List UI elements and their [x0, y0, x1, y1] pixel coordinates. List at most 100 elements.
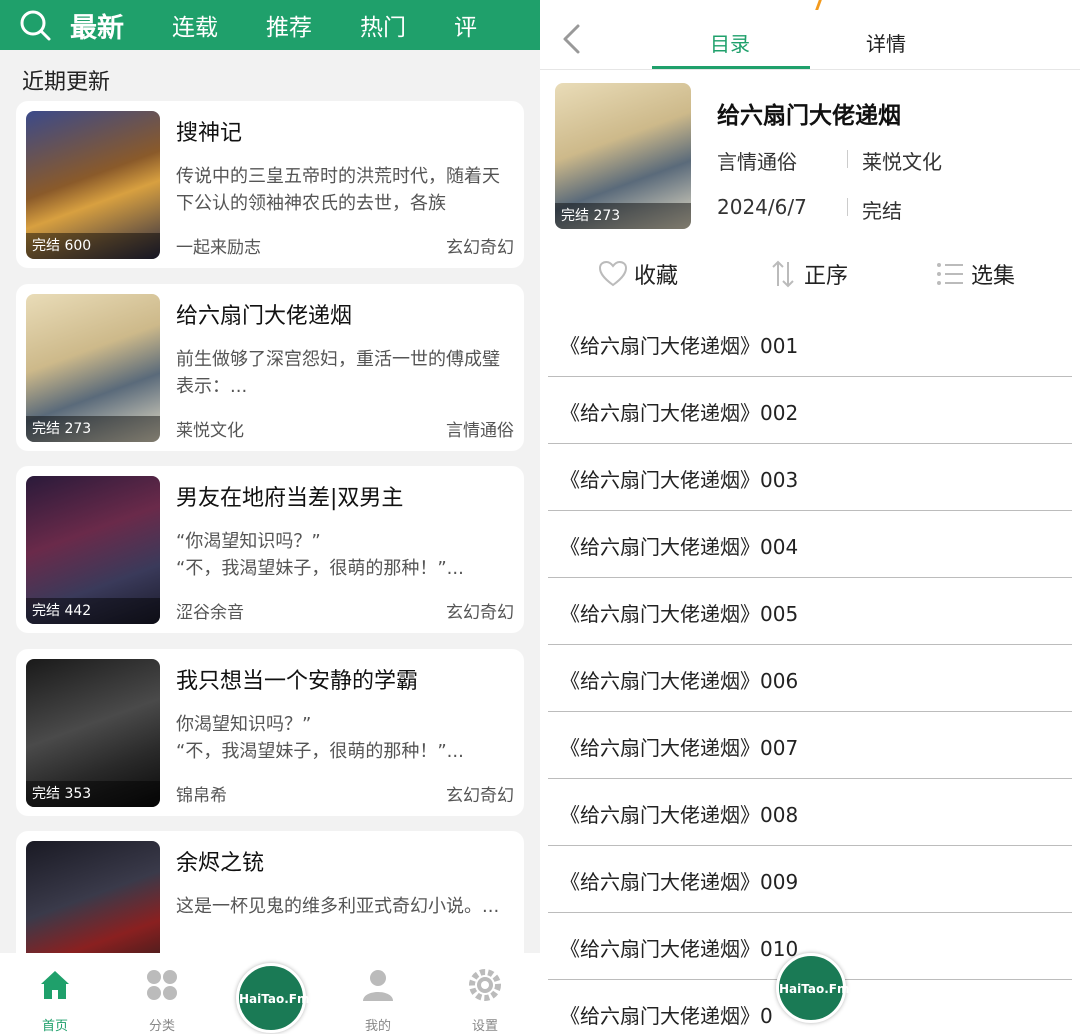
book-description: 传说中的三皇五帝时的洪荒时代，随着天下公认的领袖神农氏的去世，各族 — [176, 166, 500, 214]
grid-icon — [147, 970, 177, 1000]
episode-item[interactable]: 《给六扇门大佬递烟》002 — [548, 377, 1072, 444]
player-button[interactable]: HaiTao.Fm — [776, 953, 850, 1023]
book-description: 前生做够了深宫怨妇，重活一世的傅成璧表示：... — [176, 349, 500, 397]
episode-title: 《给六扇门大佬递烟》010 — [560, 937, 799, 961]
tab-review[interactable]: 评 — [454, 8, 477, 42]
book-card[interactable]: 完结 442 男友在地府当差|双男主 “你渴望知识吗？” “不，我渴望妹子，很萌… — [16, 466, 524, 633]
book-description: 这是一杯见鬼的维多利亚式奇幻小说。... — [176, 896, 500, 917]
nav-me-label: 我的 — [364, 1019, 391, 1034]
search-button[interactable] — [0, 0, 70, 50]
home-screen: 最新 连载 推荐 热门 评 近期更新 完结 600 搜神记 传说中的三皇五帝时的… — [0, 0, 540, 1034]
book-title: 男友在地府当差|双男主 — [176, 486, 404, 511]
episode-item[interactable]: 《给六扇门大佬递烟》003 — [548, 444, 1072, 511]
book-author: 锦帛希 — [176, 786, 227, 806]
episode-item[interactable]: 《给六扇门大佬递烟》006 — [548, 645, 1072, 712]
top-category-bar: 最新 连载 推荐 热门 评 — [0, 0, 540, 50]
episode-item[interactable]: 《给六扇门大佬递烟》001 — [548, 310, 1072, 377]
tab-recommend[interactable]: 推荐 — [266, 8, 312, 42]
book-description: “你渴望知识吗？” “不，我渴望妹子，很萌的那种！”... — [176, 531, 464, 579]
episode-title: 《给六扇门大佬递烟》0 — [560, 1004, 773, 1028]
tab-indicator — [652, 66, 810, 69]
tab-hot[interactable]: 热门 — [360, 8, 406, 42]
player-button[interactable]: HaiTao.Fm — [236, 963, 310, 1033]
episode-title: 《给六扇门大佬递烟》009 — [560, 870, 799, 894]
episode-title: 《给六扇门大佬递烟》007 — [560, 736, 799, 760]
book-author: 一起来励志 — [176, 238, 261, 258]
book-genre: 玄幻奇幻 — [446, 238, 514, 258]
cover-badge: 完结 273 — [26, 416, 160, 442]
book-author: 莱悦文化 — [176, 421, 244, 441]
book-title: 给六扇门大佬递烟 — [176, 304, 353, 329]
episode-item[interactable]: 《给六扇门大佬递烟》007 — [548, 712, 1072, 779]
action-bar: 收藏 正序 选集 — [540, 258, 1080, 298]
episode-item[interactable]: 《给六扇门大佬递烟》004 — [548, 511, 1072, 578]
heart-icon — [598, 260, 628, 287]
book-date: 2024/6/7 — [717, 195, 807, 219]
nav-home-label: 首页 — [41, 1019, 68, 1034]
episode-title: 《给六扇门大佬递烟》004 — [560, 535, 799, 559]
decorative-mark — [810, 0, 822, 10]
bottom-nav: 首页 分类 HaiTao.Fm 我的 设置 — [0, 953, 540, 1034]
book-detail-screen: 目录 详情 完结 273 给六扇门大佬递烟 言情通俗 莱悦文化 2024/6/7… — [540, 0, 1080, 1034]
sort-label: 正序 — [804, 264, 849, 289]
nav-home[interactable]: 首页 — [15, 967, 95, 1034]
nav-category-label: 分类 — [148, 1019, 175, 1034]
episode-title: 《给六扇门大佬递烟》008 — [560, 803, 799, 827]
cover-badge: 完结 600 — [26, 233, 160, 259]
book-genre: 玄幻奇幻 — [446, 786, 514, 806]
episode-title: 《给六扇门大佬递烟》001 — [560, 334, 799, 358]
book-genre: 言情通俗 — [717, 150, 797, 174]
gear-icon — [469, 969, 501, 1001]
favorite-button[interactable]: 收藏 — [598, 258, 678, 290]
tab-detail[interactable]: 详情 — [866, 28, 906, 57]
detail-header: 目录 详情 — [540, 0, 1080, 70]
book-publisher: 莱悦文化 — [862, 150, 942, 174]
home-icon — [41, 971, 69, 999]
favorite-label: 收藏 — [634, 264, 679, 289]
divider — [847, 150, 848, 168]
book-card[interactable]: 完结 600 搜神记 传说中的三皇五帝时的洪荒时代，随着天下公认的领袖神农氏的去… — [16, 101, 524, 268]
divider — [847, 198, 848, 216]
cover-badge: 完结 442 — [26, 598, 160, 624]
book-status: 完结 — [862, 199, 902, 223]
episode-item[interactable]: 《给六扇门大佬递烟》005 — [548, 578, 1072, 645]
book-title: 搜神记 — [176, 121, 243, 146]
book-cover: 完结 273 — [555, 83, 691, 229]
sort-icon — [772, 260, 794, 288]
select-episodes-label: 选集 — [971, 264, 1016, 289]
book-description: 你渴望知识吗？” “不，我渴望妹子，很萌的那种！”... — [176, 714, 464, 762]
book-cover: 完结 353 — [26, 659, 160, 807]
book-card[interactable]: 完结 353 我只想当一个安静的学霸 你渴望知识吗？” “不，我渴望妹子，很萌的… — [16, 649, 524, 816]
tab-latest[interactable]: 最新 — [70, 6, 124, 45]
book-title: 余烬之铳 — [176, 851, 265, 876]
book-genre: 玄幻奇幻 — [446, 603, 514, 623]
episode-item[interactable]: 《给六扇门大佬递烟》008 — [548, 779, 1072, 846]
episode-title: 《给六扇门大佬递烟》002 — [560, 401, 799, 425]
list-icon — [937, 263, 963, 285]
select-episodes-button[interactable]: 选集 — [935, 258, 1015, 290]
back-icon[interactable] — [560, 22, 584, 56]
cover-badge: 完结 353 — [26, 781, 160, 807]
episode-item[interactable]: 《给六扇门大佬递烟》009 — [548, 846, 1072, 913]
sort-button[interactable]: 正序 — [768, 258, 848, 290]
book-card[interactable]: 完结 273 给六扇门大佬递烟 前生做够了深宫怨妇，重活一世的傅成璧表示：...… — [16, 284, 524, 451]
nav-category[interactable]: 分类 — [122, 967, 202, 1034]
nav-me[interactable]: 我的 — [338, 967, 418, 1034]
tab-serial[interactable]: 连载 — [172, 8, 218, 42]
section-title: 近期更新 — [22, 70, 111, 95]
book-title: 我只想当一个安静的学霸 — [176, 669, 419, 694]
nav-settings[interactable]: 设置 — [445, 967, 525, 1034]
search-icon — [20, 10, 51, 41]
book-cover: 完结 442 — [26, 476, 160, 624]
book-genre: 言情通俗 — [446, 421, 514, 441]
book-author: 涩谷余音 — [176, 603, 244, 623]
cover-badge: 完结 273 — [555, 203, 691, 229]
episode-title: 《给六扇门大佬递烟》003 — [560, 468, 799, 492]
book-cover: 完结 600 — [26, 111, 160, 259]
nav-settings-label: 设置 — [471, 1019, 498, 1034]
book-title: 给六扇门大佬递烟 — [717, 103, 901, 129]
tab-toc[interactable]: 目录 — [710, 28, 750, 57]
episode-title: 《给六扇门大佬递烟》006 — [560, 669, 799, 693]
book-cover: 完结 273 — [26, 294, 160, 442]
user-icon — [363, 970, 393, 1001]
